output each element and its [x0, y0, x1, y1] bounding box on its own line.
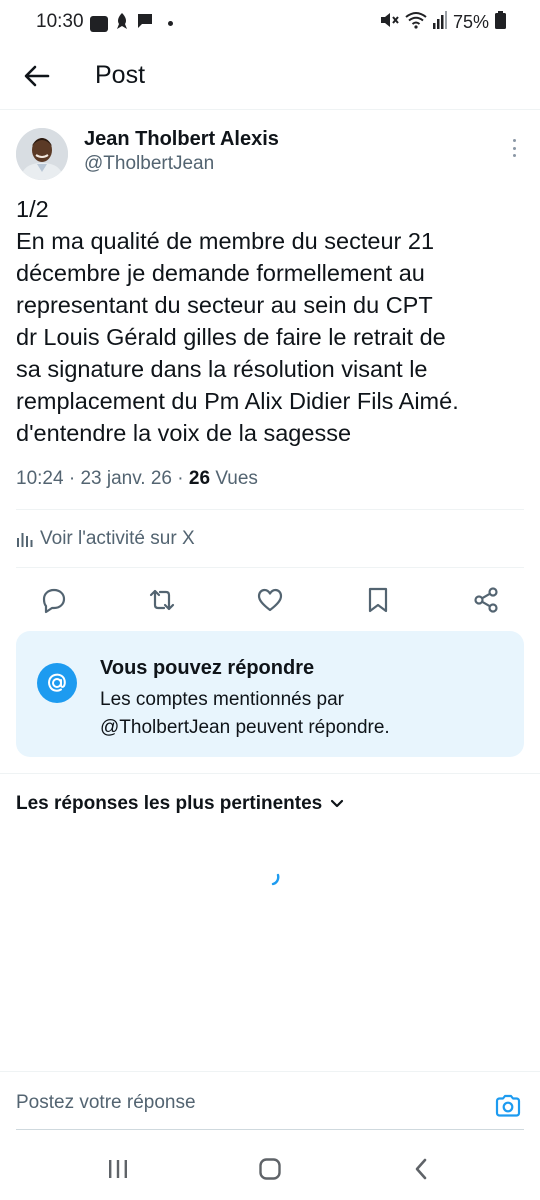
meta-separator: · [177, 468, 184, 489]
author-name[interactable]: Jean Tholbert Alexis [84, 128, 279, 151]
back-button[interactable] [20, 59, 54, 93]
recent-apps-icon [109, 1160, 127, 1178]
view-activity-label: Voir l'activité sur X [40, 528, 195, 549]
app-icon [114, 12, 130, 35]
recent-apps-button[interactable] [103, 1154, 133, 1184]
divider [16, 567, 524, 568]
camera-icon [495, 1094, 521, 1117]
notice-body: Les comptes mentionnés par @TholbertJean… [100, 689, 390, 738]
tweet-meta: 10:24 · 23 janv. 26 · 26 Vues [16, 468, 258, 490]
tweet-date[interactable]: 23 janv. 26 [80, 468, 172, 489]
replies-sort-selector[interactable]: Les réponses les plus pertinentes [16, 793, 344, 815]
repost-button[interactable] [146, 584, 178, 616]
share-icon [474, 587, 498, 613]
mute-icon [379, 11, 399, 34]
chevron-left-icon [415, 1158, 427, 1180]
reply-input[interactable] [16, 1092, 456, 1114]
reply-button[interactable] [38, 584, 70, 616]
meta-separator: · [68, 468, 76, 489]
like-button[interactable] [254, 584, 286, 616]
arrow-left-icon [24, 65, 50, 87]
reply-icon [42, 588, 66, 614]
page-title: Post [95, 61, 146, 89]
battery-percent: 75% [452, 12, 489, 32]
dot-icon [168, 21, 173, 26]
divider [0, 773, 540, 774]
views-count: 26 [188, 468, 211, 489]
bookmark-icon [368, 587, 388, 613]
input-underline [16, 1129, 524, 1130]
views-label: Vues [215, 468, 258, 489]
battery-icon [495, 11, 506, 34]
signal-icon [432, 11, 447, 34]
share-button[interactable] [470, 584, 502, 616]
replies-sort-label: Les réponses les plus pertinentes [16, 793, 323, 814]
system-nav-bar [0, 1136, 540, 1200]
at-sign-icon [37, 663, 77, 703]
wifi-icon [405, 11, 427, 34]
tweet-text: 1/2 En ma qualité de membre du secteur 2… [16, 196, 459, 446]
like-icon [257, 588, 283, 612]
chevron-down-icon [331, 799, 344, 808]
notice-title: Vous pouvez répondre [100, 657, 315, 679]
avatar[interactable] [16, 128, 68, 180]
more-dot-icon [512, 146, 516, 150]
view-activity-link[interactable]: Voir l'activité sur X [16, 528, 195, 550]
author-handle[interactable]: @TholbertJean [84, 153, 214, 175]
retweet-icon [149, 589, 175, 611]
tweet-time[interactable]: 10:24 [16, 468, 64, 489]
youtube-icon [90, 15, 108, 32]
divider [16, 509, 524, 510]
tweet-actions [0, 580, 540, 620]
reply-composer [0, 1071, 540, 1131]
status-time: 10:30 [36, 11, 84, 32]
analytics-icon [17, 533, 33, 547]
app-header: Post [0, 44, 540, 110]
status-bar: 10:30 75% [0, 0, 540, 44]
bookmark-button[interactable] [362, 584, 394, 616]
home-button[interactable] [255, 1154, 285, 1184]
more-dot-icon [512, 139, 516, 142]
more-options-button[interactable] [504, 136, 524, 160]
reply-permission-notice: Vous pouvez répondre Les comptes mention… [16, 631, 524, 757]
home-icon [259, 1158, 281, 1180]
loading-spinner-icon [268, 872, 282, 886]
more-dot-icon [512, 154, 516, 157]
camera-button[interactable] [494, 1092, 522, 1120]
system-back-button[interactable] [406, 1154, 436, 1184]
message-icon [136, 12, 154, 35]
